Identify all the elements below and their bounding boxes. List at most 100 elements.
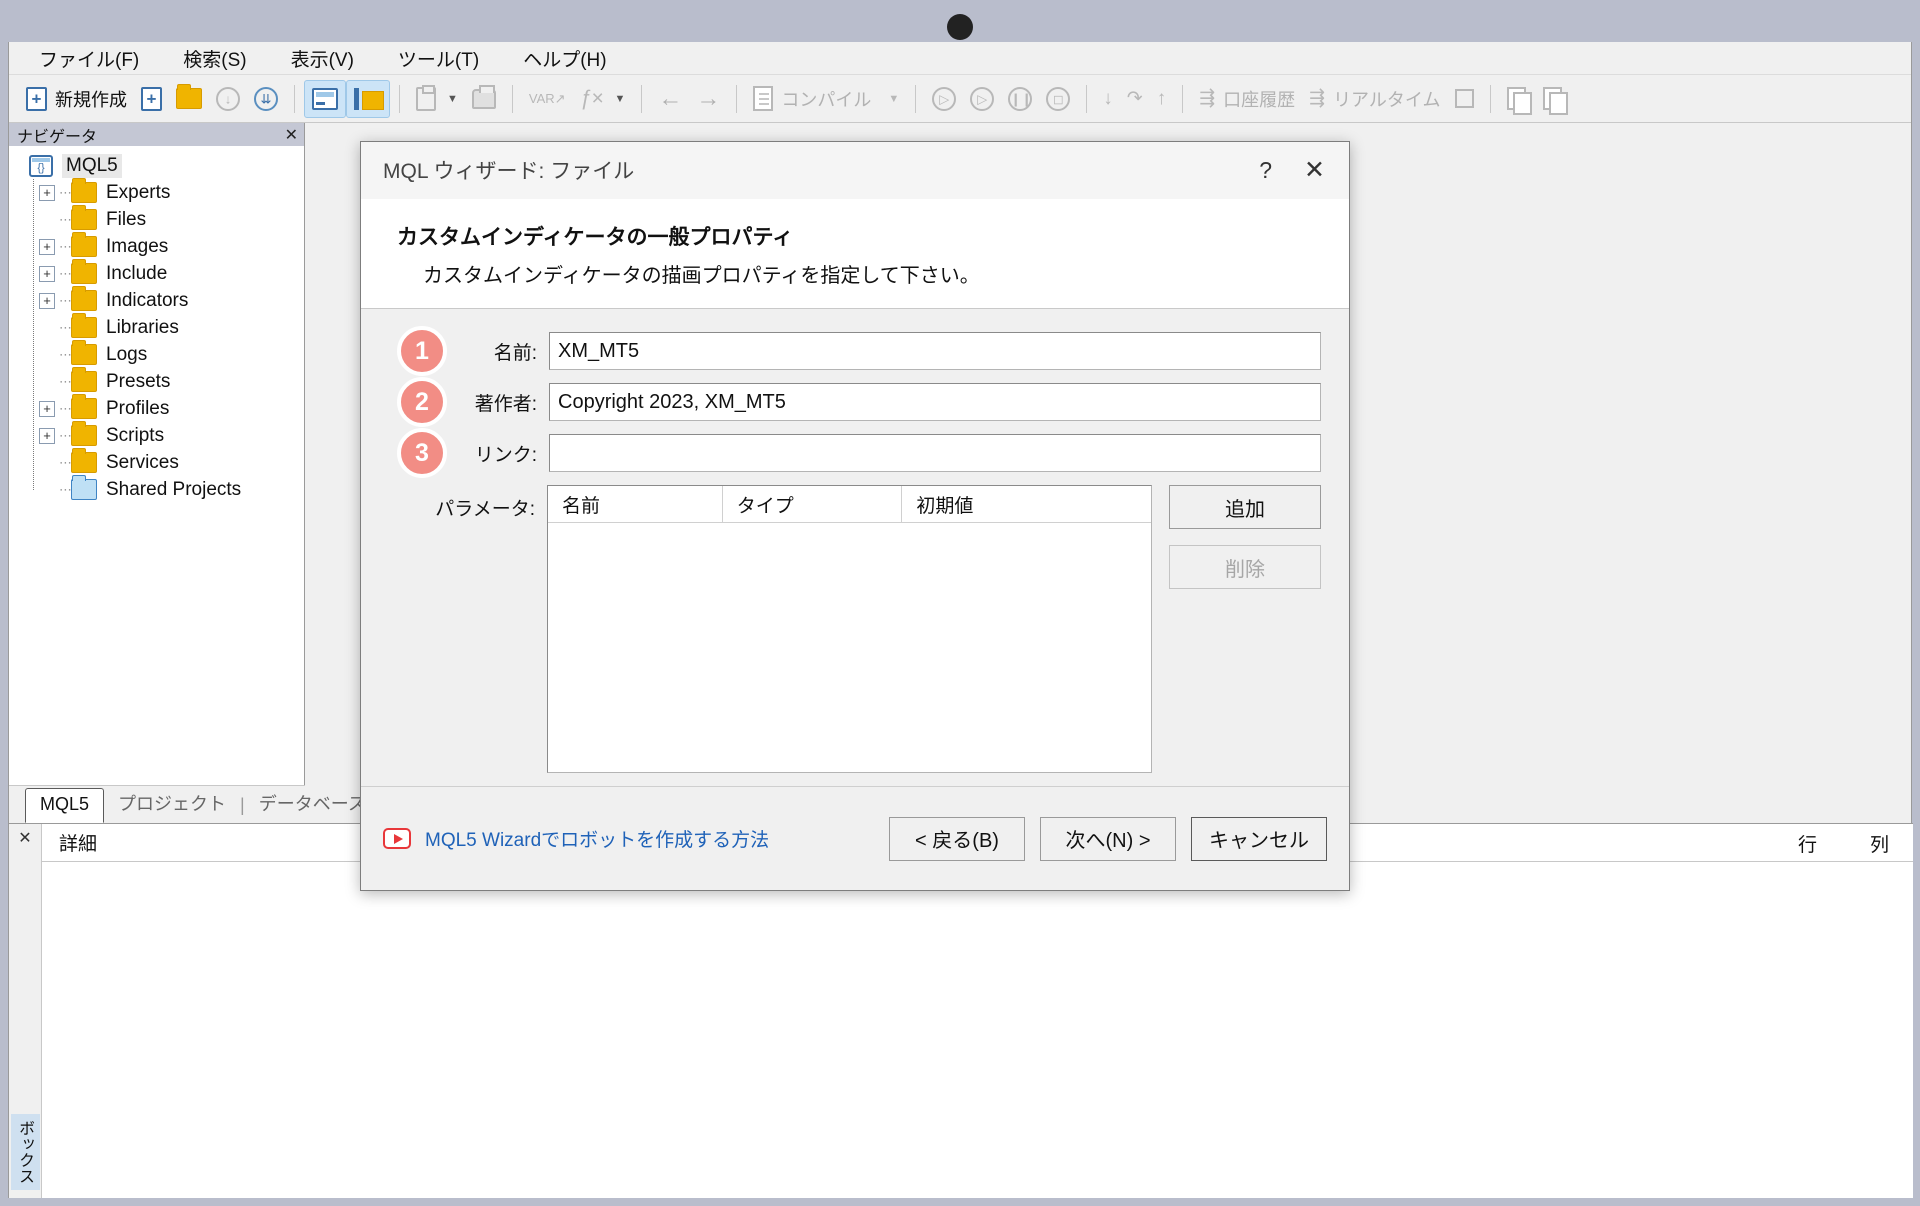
insert-variable-button[interactable]: VAR↗ [522, 80, 573, 118]
field-row-link: 3 リンク: [397, 428, 1321, 478]
navigate-back-button[interactable]: ← [651, 80, 689, 118]
copy-button[interactable] [1500, 80, 1536, 118]
new-file-label: 新規作成 [55, 89, 127, 110]
tab-project[interactable]: プロジェクト [104, 785, 240, 823]
tree-root-label: MQL5 [62, 153, 122, 178]
folder-icon [71, 205, 97, 230]
close-icon[interactable]: ✕ [285, 125, 298, 145]
realtime-button[interactable]: ⇶ リアルタイム [1302, 80, 1447, 118]
step-into-icon: ↓ [1103, 88, 1113, 109]
expand-icon[interactable]: + [39, 427, 55, 444]
step-out-button[interactable]: ↑ [1150, 80, 1174, 118]
compile-button[interactable]: コンパイル [746, 80, 878, 118]
tree-item-libraries[interactable]: ⋯ Libraries [39, 313, 304, 341]
tree-item-logs[interactable]: ⋯ Logs [39, 340, 304, 368]
pause-debug-button[interactable]: ❙❙ [1001, 80, 1039, 118]
tree-line: ⋯ [59, 400, 72, 416]
menu-view[interactable]: 表示(V) [279, 42, 366, 75]
expand-icon-placeholder [39, 320, 55, 336]
expand-icon[interactable]: + [39, 184, 55, 201]
restart-icon: ▷ [932, 86, 957, 111]
expand-icon[interactable]: + [39, 400, 55, 417]
tree-item-experts[interactable]: + ⋯ Experts [39, 178, 304, 206]
tree-line: ⋯ [59, 481, 72, 497]
expand-icon[interactable]: + [39, 238, 55, 255]
stop-debug-button[interactable]: ◻ [1039, 80, 1077, 118]
step-into-button[interactable]: ↓ [1096, 80, 1120, 118]
tree-item-shared-projects[interactable]: ⋯ Shared Projects [39, 475, 304, 503]
compile-options-button[interactable]: ▼ [878, 80, 906, 118]
wizard-help-link[interactable]: MQL5 Wizardでロボットを作成する方法 [383, 825, 874, 852]
paste-button[interactable]: ▼ [409, 80, 465, 118]
realtime-icon: ⇶ [1309, 88, 1326, 109]
restart-debug-button[interactable]: ▷ [925, 80, 963, 118]
menu-help[interactable]: ヘルプ(H) [511, 42, 618, 75]
realtime-label: リアルタイム [1333, 89, 1441, 110]
open-folder-button[interactable] [169, 80, 209, 118]
duplicate-button[interactable] [1536, 80, 1572, 118]
tree-children: + ⋯ Experts ⋯ Files + ⋯ Images + ⋯ Inclu… [25, 178, 304, 503]
tree-item-profiles[interactable]: + ⋯ Profiles [39, 394, 304, 422]
link-input[interactable] [549, 434, 1321, 472]
insert-function-button[interactable]: ƒ× ▼ [573, 80, 633, 118]
help-icon[interactable]: ? [1237, 157, 1294, 184]
column-header-type: タイプ [723, 486, 903, 522]
tab-mql5[interactable]: MQL5 [25, 788, 105, 823]
toolbar-separator [399, 84, 400, 113]
realtime-stop-button[interactable] [1448, 80, 1481, 118]
cancel-button[interactable]: キャンセル [1191, 816, 1327, 861]
name-input[interactable]: XM_MT5 [549, 332, 1321, 370]
detail-label: 詳細 [59, 834, 98, 855]
square-icon [1454, 89, 1474, 108]
print-button[interactable] [465, 80, 503, 118]
folder-icon [71, 367, 97, 392]
step-over-button[interactable]: ↷ [1120, 80, 1150, 118]
menu-tools[interactable]: ツール(T) [386, 42, 491, 75]
step-badge-2: 2 [397, 377, 447, 427]
tree-item-images[interactable]: + ⋯ Images [39, 232, 304, 260]
account-history-label: 口座履歴 [1223, 89, 1296, 110]
toggle-toolbox-button[interactable] [346, 79, 390, 118]
parameters-row: パラメータ: 名前 タイプ 初期値 追加 削除 [397, 485, 1321, 773]
start-debug-button[interactable]: ▷ [963, 80, 1001, 118]
add-parameter-button[interactable]: 追加 [1169, 485, 1321, 529]
download-all-button[interactable]: ⇊ [247, 80, 285, 118]
tree-root-mql5[interactable]: MQL5 [25, 152, 304, 179]
tree-item-presets[interactable]: ⋯ Presets [39, 367, 304, 395]
tree-item-include[interactable]: + ⋯ Include [39, 259, 304, 287]
dialog-titlebar: MQL ウィザード: ファイル ? ✕ [361, 142, 1349, 199]
close-icon[interactable]: ✕ [1294, 155, 1335, 185]
tree-item-files[interactable]: ⋯ Files [39, 205, 304, 233]
back-button[interactable]: < 戻る(B) [889, 816, 1025, 861]
download-button[interactable]: ↓ [209, 80, 247, 118]
expand-icon[interactable]: + [39, 292, 55, 309]
close-icon[interactable]: ✕ [9, 824, 41, 848]
toolbox-vertical-tab[interactable]: ボックス [11, 1114, 40, 1190]
youtube-icon [383, 828, 411, 849]
tree-item-label: Files [106, 208, 147, 230]
tree-item-label: Services [106, 451, 179, 473]
toggle-navigator-button[interactable] [304, 79, 346, 118]
author-input[interactable]: Copyright 2023, XM_MT5 [549, 383, 1321, 421]
next-button[interactable]: 次へ(N) > [1040, 816, 1176, 861]
chevron-down-icon: ▼ [614, 92, 626, 105]
tree-item-indicators[interactable]: + ⋯ Indicators [39, 286, 304, 314]
tree-item-label: Profiles [106, 397, 170, 419]
tree-line: ⋯ [59, 373, 72, 389]
new-file-button[interactable]: 新規作成 [19, 80, 134, 118]
delete-parameter-button[interactable]: 削除 [1169, 545, 1321, 589]
application-window: ファイル(F) 検索(S) 表示(V) ツール(T) ヘルプ(H) 新規作成 ↓… [0, 0, 1920, 1206]
navigator-tree: MQL5 + ⋯ Experts ⋯ Files [9, 146, 304, 503]
tree-item-scripts[interactable]: + ⋯ Scripts [39, 421, 304, 449]
tree-item-services[interactable]: ⋯ Services [39, 448, 304, 476]
menu-file[interactable]: ファイル(F) [27, 42, 151, 75]
parameters-table[interactable]: 名前 タイプ 初期値 [547, 485, 1152, 773]
navigate-forward-button[interactable]: → [689, 80, 727, 118]
clipboard-icon [416, 84, 436, 111]
toolbar-separator [1489, 84, 1491, 113]
expand-icon[interactable]: + [39, 265, 55, 282]
add-file-button[interactable] [134, 80, 169, 118]
account-history-button[interactable]: ⇶ 口座履歴 [1192, 80, 1302, 118]
menu-search[interactable]: 検索(S) [171, 42, 258, 75]
wizard-help-link-label: MQL5 Wizardでロボットを作成する方法 [425, 830, 770, 851]
